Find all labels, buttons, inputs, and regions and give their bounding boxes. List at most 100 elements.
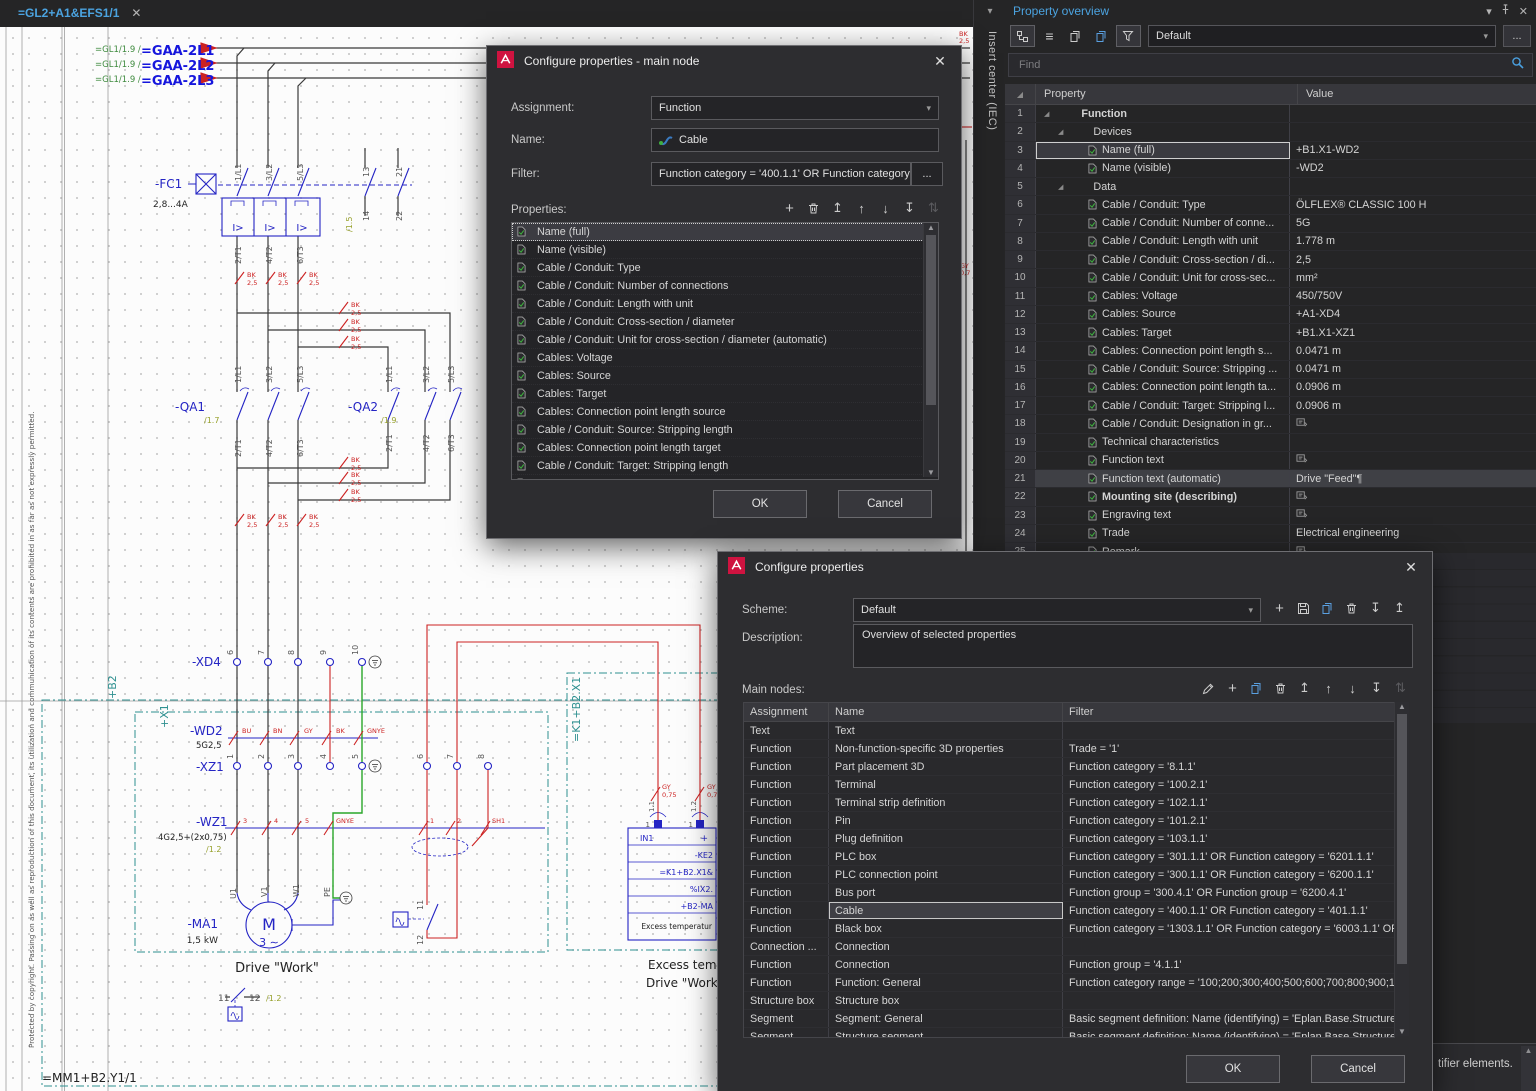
property-value-cell[interactable]: 2,5 (1290, 251, 1536, 268)
property-value-cell[interactable]: 1.778 m (1290, 233, 1536, 250)
property-name-cell[interactable]: Cables: Voltage (1036, 288, 1290, 305)
list-item[interactable]: Cables: Connection point length target (512, 439, 924, 457)
move-top-icon[interactable]: ↥ (826, 198, 849, 218)
move-up-icon[interactable]: ↑ (850, 198, 873, 218)
close-icon[interactable]: ✕ (1400, 559, 1422, 576)
column-assignment[interactable]: Assignment (744, 703, 829, 721)
main-nodes-table[interactable]: Assignment Name Filter TextTextFunctionN… (743, 702, 1395, 1038)
node-row[interactable]: FunctionBus portFunction group = '300.4.… (744, 884, 1394, 902)
move-down-icon[interactable]: ↓ (874, 198, 897, 218)
ok-button[interactable]: OK (713, 490, 807, 518)
property-row[interactable]: 10Cable / Conduit: Unit for cross-sec...… (1005, 269, 1536, 287)
list-item[interactable]: Cable / Conduit: Source: Stripping lengt… (512, 421, 924, 439)
property-value-cell[interactable]: +A1-XD4 (1290, 306, 1536, 323)
cancel-button[interactable]: Cancel (838, 490, 932, 518)
export-icon[interactable]: ↥ (1388, 598, 1411, 618)
tab-schematic-page[interactable]: =GL2+A1&EFS1/1 ✕ (8, 0, 151, 26)
property-name-cell[interactable]: Cable / Conduit: Designation in gr... (1036, 415, 1290, 432)
assignment-select[interactable]: Function ▾ (651, 96, 939, 120)
property-name-cell[interactable]: Function text (automatic) (1036, 470, 1290, 487)
ok-button[interactable]: OK (1186, 1055, 1280, 1083)
move-up-icon[interactable]: ↑ (1317, 678, 1340, 698)
filter-more-button[interactable]: ... (911, 162, 943, 186)
list-item[interactable]: Name (full) (512, 223, 924, 241)
property-row[interactable]: 19Technical characteristics (1005, 434, 1536, 452)
node-row[interactable]: SegmentStructure segmentBasic segment de… (744, 1028, 1394, 1038)
column-property[interactable]: Property (1036, 84, 1298, 104)
dialog-title-bar[interactable]: Configure properties - main node ✕ (487, 46, 961, 76)
property-row[interactable]: 23Engraving text (1005, 507, 1536, 525)
property-name-cell[interactable]: Name (visible) (1036, 160, 1290, 177)
property-name-cell[interactable]: Cable / Conduit: Length with unit (1036, 233, 1290, 250)
property-row[interactable]: 14Cables: Connection point length s...0.… (1005, 342, 1536, 360)
trash-icon[interactable] (1340, 598, 1363, 618)
scheme-select[interactable]: Default ▾ (853, 598, 1261, 622)
list-item[interactable]: Cable / Conduit: Target: Stripping lengt… (512, 457, 924, 475)
tab-insert-center[interactable]: Insert center (IEC) (982, 31, 998, 130)
save-icon[interactable] (1292, 598, 1315, 618)
description-textarea[interactable]: Overview of selected properties (853, 624, 1413, 668)
list-scrollbar[interactable]: ▲▼ (923, 223, 938, 477)
list-item[interactable]: Cable / Conduit: Length with unit (512, 295, 924, 313)
plus-icon[interactable]: + (1221, 678, 1244, 698)
property-value-cell[interactable]: 5G (1290, 215, 1536, 232)
property-row[interactable]: 1◢Function (1005, 105, 1536, 123)
collapse-icon[interactable]: ◢ (1044, 110, 1049, 118)
property-value-cell[interactable]: ÖLFLEX® CLASSIC 100 H (1290, 196, 1536, 213)
property-value-cell[interactable]: 0.0471 m (1290, 361, 1536, 378)
properties-list[interactable]: Name (full)Name (visible)Cable / Conduit… (511, 222, 939, 480)
node-row[interactable]: FunctionNon-function-specific 3D propert… (744, 740, 1394, 758)
collapse-icon[interactable]: ◢ (1058, 128, 1063, 136)
node-row[interactable]: FunctionPLC boxFunction category = '301.… (744, 848, 1394, 866)
copy-icon[interactable] (1064, 26, 1087, 46)
column-value[interactable]: Value (1298, 84, 1536, 104)
property-value-cell[interactable]: Drive "Feed"¶ (1290, 470, 1536, 487)
cancel-button[interactable]: Cancel (1311, 1055, 1405, 1083)
property-value-cell[interactable] (1290, 488, 1536, 505)
list-item[interactable]: Cable / Conduit: Number of connections (512, 277, 924, 295)
trash-icon[interactable] (1269, 678, 1292, 698)
property-value-cell[interactable]: Electrical engineering (1290, 525, 1536, 542)
node-row[interactable]: FunctionTerminal strip definitionFunctio… (744, 794, 1394, 812)
list-item[interactable]: Cable / Conduit: Designation in graphic (512, 475, 924, 480)
property-value-cell[interactable]: 0.0906 m (1290, 379, 1536, 396)
property-value-cell[interactable] (1290, 434, 1536, 451)
scrollbar[interactable]: ▲ (1521, 1046, 1536, 1091)
property-value-cell[interactable] (1290, 415, 1536, 432)
property-row[interactable]: 3Name (full)+B1.X1-WD2 (1005, 142, 1536, 160)
property-value-cell[interactable]: 0.0471 m (1290, 342, 1536, 359)
property-name-cell[interactable]: Cables: Connection point length ta... (1036, 379, 1290, 396)
property-name-cell[interactable]: ◢Devices (1036, 123, 1290, 140)
edit-icon[interactable] (1197, 678, 1220, 698)
node-row[interactable]: Structure boxStructure box (744, 992, 1394, 1010)
property-value-cell[interactable]: +B1.X1-WD2 (1290, 142, 1536, 159)
plus-icon[interactable]: + (1268, 598, 1291, 618)
property-value-cell[interactable]: mm² (1290, 269, 1536, 286)
more-options-button[interactable]: ... (1503, 25, 1531, 47)
chevron-down-icon[interactable]: ▾ (974, 0, 1006, 17)
node-row[interactable]: SegmentSegment: GeneralBasic segment def… (744, 1010, 1394, 1028)
property-value-cell[interactable] (1290, 452, 1536, 469)
list-item[interactable]: Cable / Conduit: Cross-section / diamete… (512, 313, 924, 331)
property-row[interactable]: 5◢Data (1005, 178, 1536, 196)
property-value-cell[interactable] (1290, 507, 1536, 524)
node-row[interactable]: FunctionPlug definitionFunction category… (744, 830, 1394, 848)
close-icon[interactable]: ✕ (929, 53, 951, 70)
node-row[interactable]: FunctionTerminalFunction category = '100… (744, 776, 1394, 794)
node-row[interactable]: FunctionCableFunction category = '400.1.… (744, 902, 1394, 920)
node-row[interactable]: FunctionConnectionFunction group = '4.1.… (744, 956, 1394, 974)
node-row[interactable]: FunctionPLC connection pointFunction cat… (744, 866, 1394, 884)
swap-icon[interactable]: ⇅ (922, 198, 945, 218)
property-row[interactable]: 17Cable / Conduit: Target: Stripping l..… (1005, 397, 1536, 415)
property-value-cell[interactable]: 450/750V (1290, 288, 1536, 305)
list-item[interactable]: Cables: Voltage (512, 349, 924, 367)
user-filter-icon[interactable] (1116, 25, 1141, 47)
column-filter[interactable]: Filter (1063, 703, 1394, 721)
property-row[interactable]: 13Cables: Target+B1.X1-XZ1 (1005, 324, 1536, 342)
paste-icon[interactable] (1090, 26, 1113, 46)
property-row[interactable]: 6Cable / Conduit: TypeÖLFLEX® CLASSIC 10… (1005, 196, 1536, 214)
search-icon[interactable] (1511, 56, 1524, 74)
pin-icon[interactable] (1500, 4, 1511, 18)
property-name-cell[interactable]: ◢Data (1036, 178, 1290, 195)
close-icon[interactable]: ✕ (1519, 5, 1528, 18)
